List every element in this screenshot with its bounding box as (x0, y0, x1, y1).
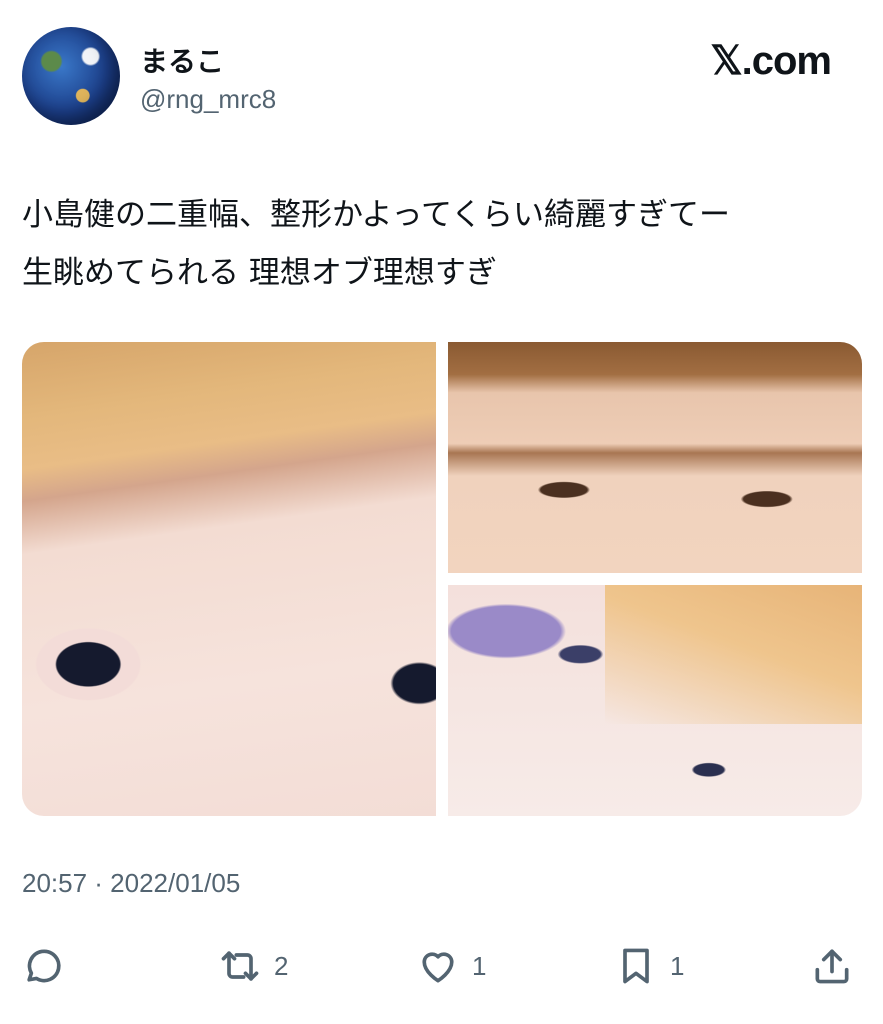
retweet-icon (221, 951, 259, 981)
like-button[interactable]: 1 (416, 942, 486, 990)
tweet-text-line-1: 小島健の二重幅、整形かよってくらい綺麗すぎてー (22, 197, 731, 233)
tweet-text: 小島健の二重幅、整形かよってくらい綺麗すぎてー 生眺めてられる 理想オブ理想すぎ (22, 186, 862, 302)
bookmark-button[interactable]: 1 (614, 942, 684, 990)
media-image-2[interactable] (448, 342, 862, 573)
author-handle[interactable]: @rng_mrc8 (140, 84, 276, 115)
share-button[interactable] (810, 942, 854, 990)
reply-icon (27, 949, 61, 983)
x-logo: 𝕏.com (710, 39, 832, 83)
media-grid (22, 342, 862, 816)
retweet-button[interactable]: 2 (218, 942, 288, 990)
bookmark-icon (623, 948, 649, 984)
heart-icon (422, 952, 454, 983)
author-display-name[interactable]: まるこ (140, 40, 224, 80)
tweet-text-line-2: 生眺めてられる 理想オブ理想すぎ (22, 255, 497, 291)
media-image-1[interactable] (22, 342, 436, 816)
media-image-3[interactable] (448, 585, 862, 816)
tweet-timestamp[interactable]: 20:57 · 2022/01/05 (22, 868, 240, 899)
like-count: 1 (472, 950, 487, 981)
share-icon (815, 949, 849, 984)
avatar[interactable] (22, 27, 120, 125)
retweet-count: 2 (274, 950, 289, 981)
bookmark-count: 1 (670, 950, 685, 981)
reply-button[interactable] (20, 942, 64, 990)
